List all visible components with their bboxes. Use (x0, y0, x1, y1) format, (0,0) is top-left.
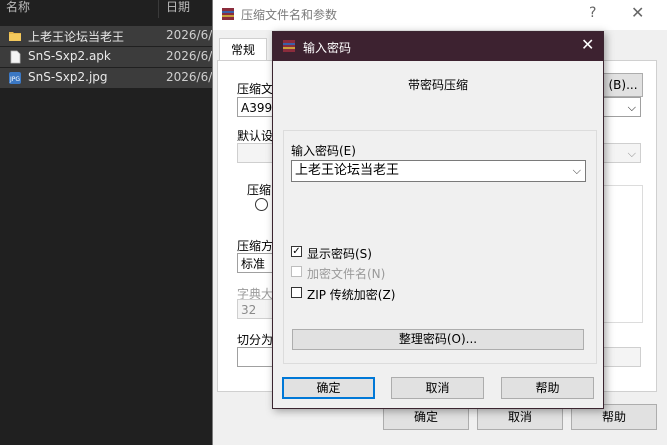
help-button[interactable]: 帮助 (501, 377, 594, 399)
file-date: 2026/6/ (166, 49, 213, 63)
jpg-image-icon: JPG (8, 71, 22, 85)
password-label: 输入密码(E) (291, 144, 356, 158)
file-explorer: 名称 日期 上老王论坛当老王 2026/6/ SnS-Sxp2.apk 2026… (0, 0, 212, 445)
checkbox-box (291, 287, 302, 298)
cancel-button[interactable]: 取消 (391, 377, 484, 399)
browse-button[interactable]: (B)... (603, 73, 643, 97)
column-header-date[interactable]: 日期 (166, 0, 190, 20)
chevron-down-icon[interactable]: ⌵ (573, 161, 581, 181)
format-radio[interactable] (255, 198, 268, 211)
show-password-label: 显示密码(S) (307, 247, 372, 261)
password-dialog-titlebar[interactable]: 输入密码 ✕ (273, 32, 603, 61)
column-separator[interactable] (158, 0, 159, 18)
svg-text:JPG: JPG (9, 76, 20, 83)
dictionary-size-dropdown[interactable]: 32 (237, 299, 277, 319)
column-header-name[interactable]: 名称 (6, 0, 30, 20)
winrar-icon (221, 7, 235, 21)
file-row[interactable]: SnS-Sxp2.apk 2026/6/ (0, 47, 212, 67)
file-date: 2026/6/ (166, 70, 213, 84)
organize-passwords-button[interactable]: 整理密码(O)... (292, 329, 584, 350)
password-dialog: 输入密码 ✕ 带密码压缩 输入密码(E) 上老王论坛当老王 ⌵ ✓ 显示密码(S… (272, 31, 604, 409)
dialog-subtitle: 带密码压缩 (407, 78, 468, 92)
archive-dialog-titlebar[interactable]: 压缩文件名和参数 ? ✕ (213, 0, 667, 30)
file-row[interactable]: 上老王论坛当老王 2026/6/ (0, 26, 212, 46)
chevron-down-icon: ⌵ (627, 147, 636, 160)
encrypt-file-names-label: 加密文件名(N) (307, 267, 386, 281)
winrar-icon (282, 39, 296, 53)
archive-dialog-title: 压缩文件名和参数 (241, 8, 338, 22)
split-volumes-field[interactable] (237, 347, 277, 367)
archive-name-field[interactable]: A3998 (237, 97, 277, 117)
ok-button[interactable]: 确定 (282, 377, 375, 399)
file-row[interactable]: JPG SnS-Sxp2.jpg 2026/6/ (0, 68, 212, 88)
profile-dropdown-right[interactable]: ⌵ (603, 143, 641, 163)
password-input[interactable]: 上老王论坛当老王 ⌵ (291, 160, 586, 182)
set-password-button-partial[interactable] (603, 347, 641, 367)
file-date: 2026/6/ (166, 28, 213, 42)
help-icon[interactable]: ? (589, 5, 596, 21)
chevron-down-icon: ⌵ (627, 101, 636, 114)
folder-icon (8, 29, 22, 43)
tab-general[interactable]: 常规 (219, 38, 267, 61)
archive-format-label: 压缩 (247, 183, 272, 197)
archive-name-dropdown[interactable]: ⌵ (603, 97, 641, 117)
file-name: 上老王论坛当老王 (28, 30, 125, 44)
password-dialog-title: 输入密码 (303, 41, 352, 55)
zip-legacy-encryption-label: ZIP 传统加密(Z) (307, 288, 396, 302)
options-group (603, 185, 643, 323)
compression-method-label: 压缩方 (237, 239, 274, 253)
default-settings-label: 默认设 (237, 129, 274, 143)
file-icon (8, 50, 22, 64)
compression-method-dropdown[interactable]: 标准 (237, 253, 277, 273)
profile-dropdown[interactable] (237, 143, 277, 163)
file-name: SnS-Sxp2.jpg (28, 70, 108, 84)
file-name: SnS-Sxp2.apk (28, 49, 111, 63)
checkmark-icon: ✓ (291, 246, 302, 257)
split-volumes-label: 切分为 (237, 333, 274, 347)
close-icon[interactable]: ✕ (631, 3, 644, 22)
checkbox-box (291, 266, 302, 277)
close-icon[interactable]: ✕ (581, 35, 594, 54)
password-value: 上老王论坛当老王 (295, 163, 400, 178)
archive-name-label: 压缩文 (237, 82, 274, 96)
